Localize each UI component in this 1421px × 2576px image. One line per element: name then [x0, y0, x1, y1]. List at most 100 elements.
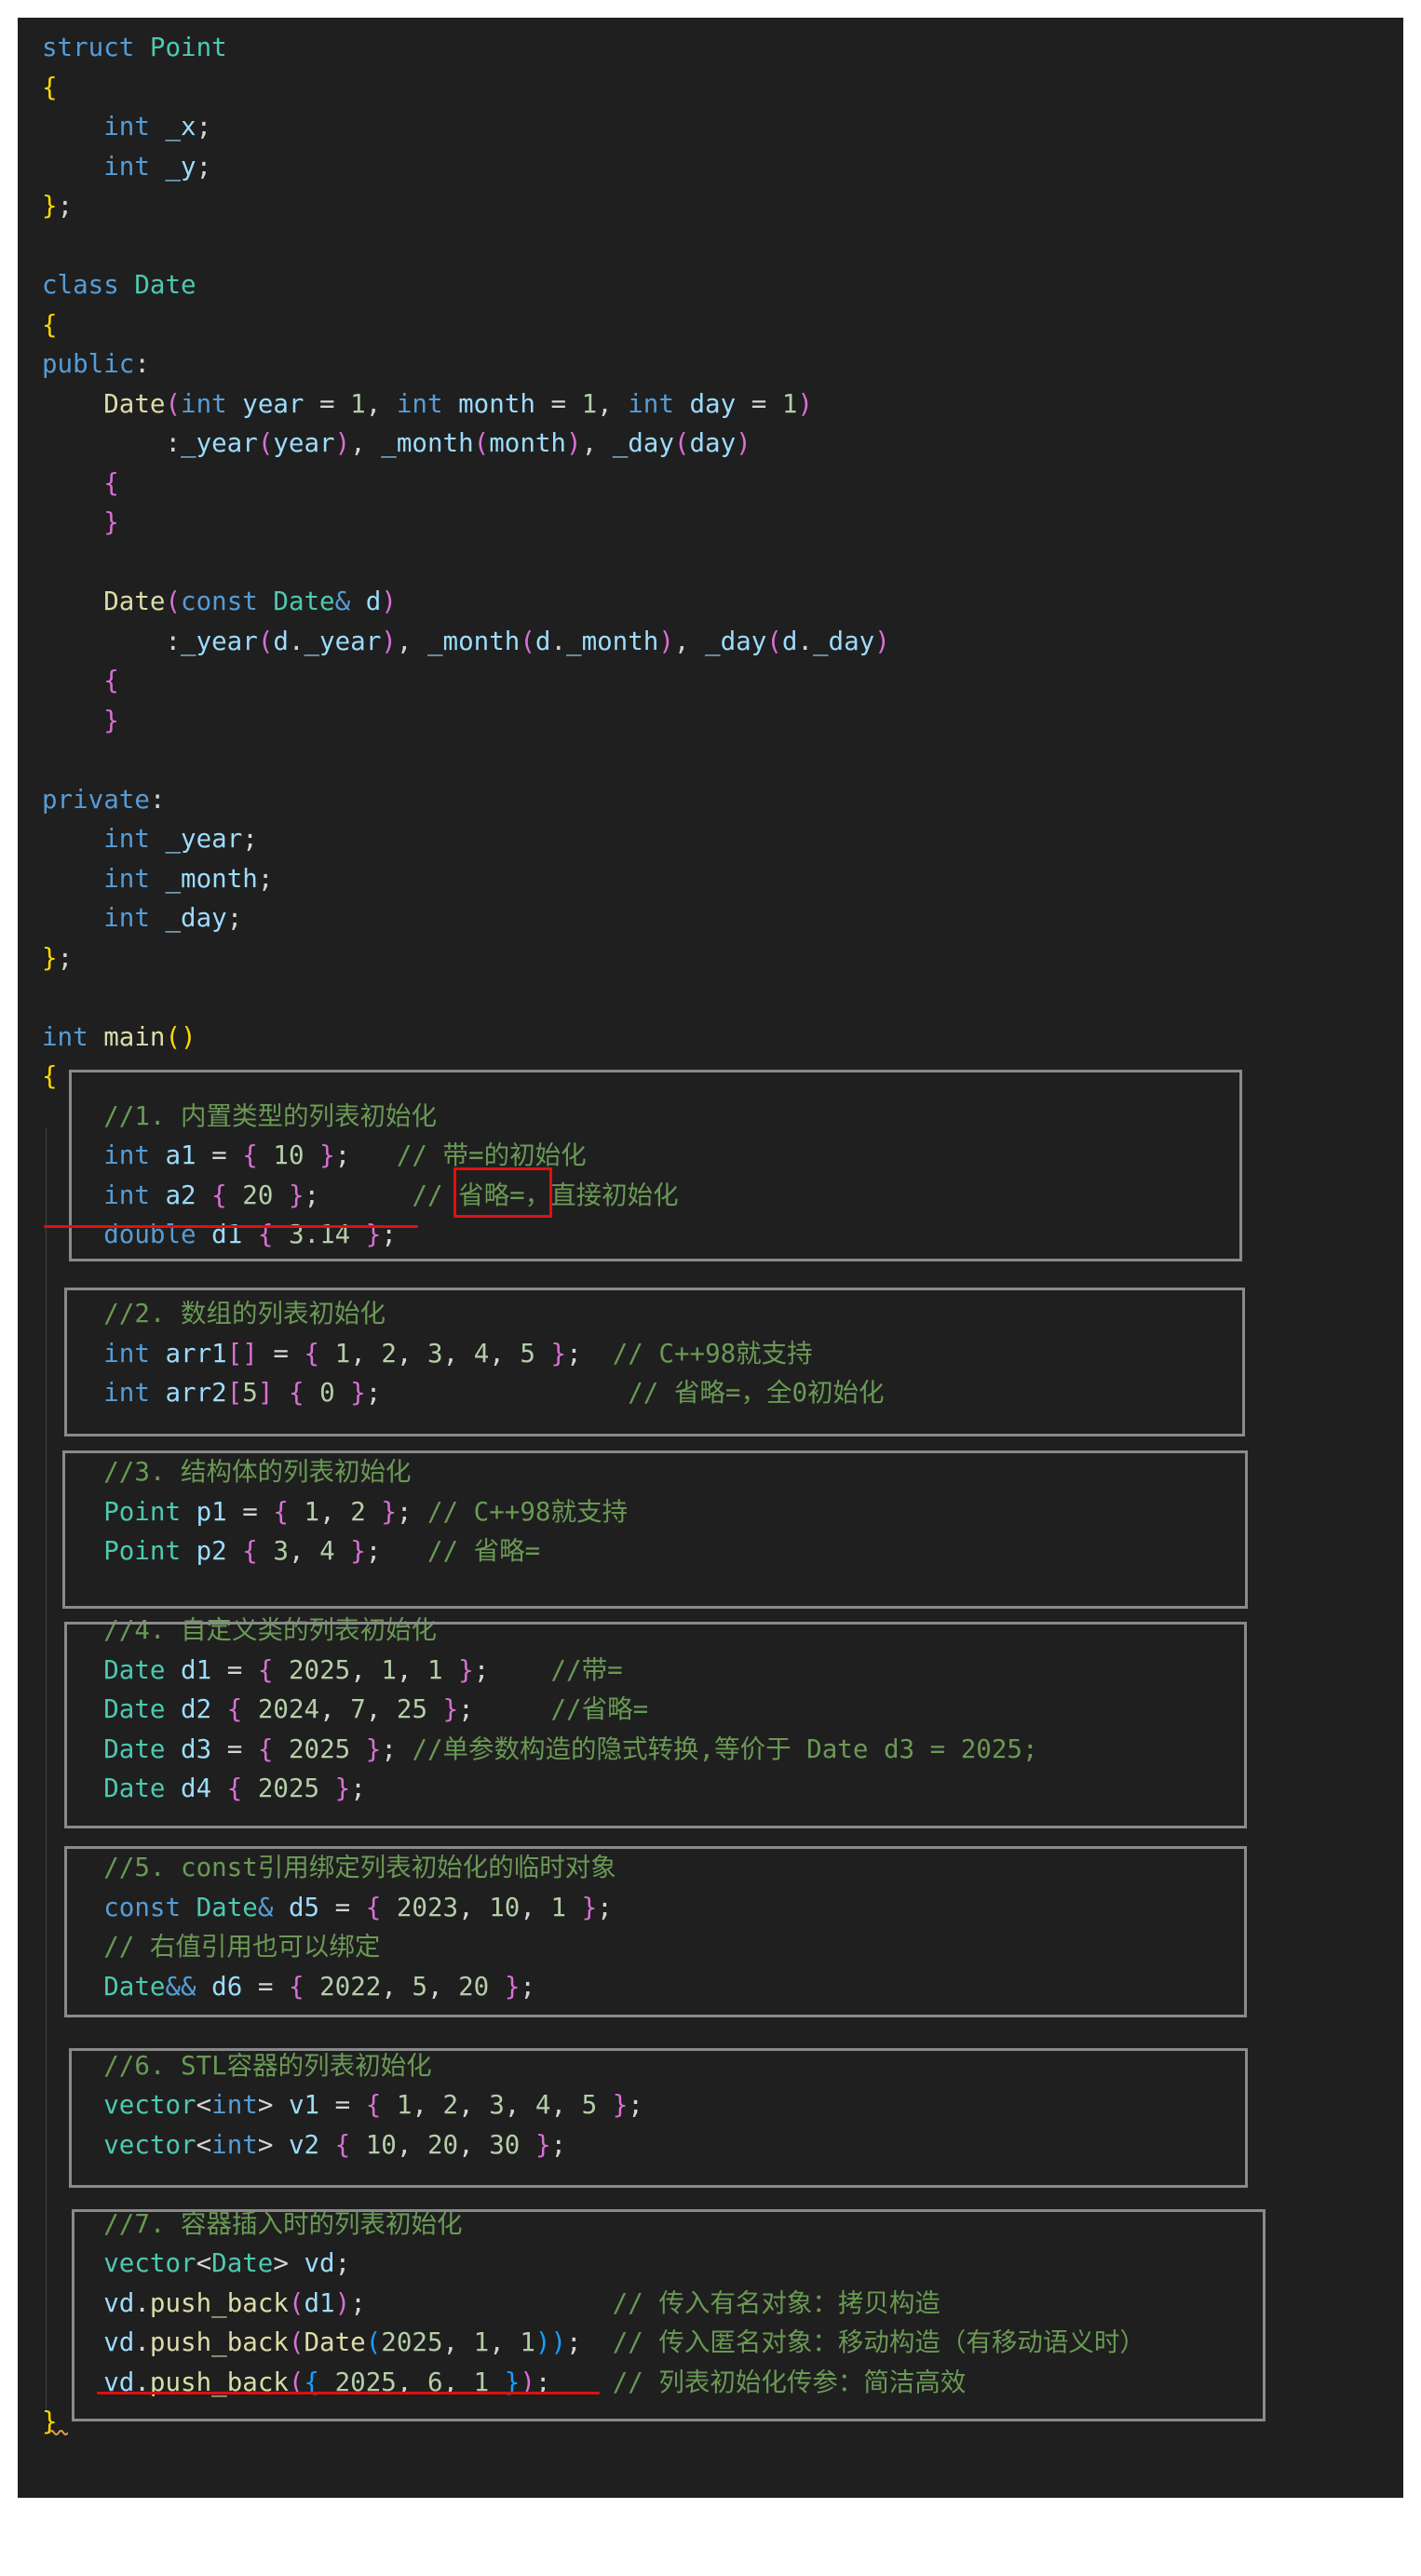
code-token: :	[42, 626, 182, 656]
code-token: ;	[628, 2090, 643, 2120]
code-line[interactable]: vector<Date> vd;	[42, 2244, 1145, 2284]
code-line[interactable]: private:	[42, 780, 1145, 820]
code-line[interactable]: Date d3 = { 2025 }; //单参数构造的隐式转换,等价于 Dat…	[42, 1730, 1145, 1770]
code-token: Date	[103, 1694, 166, 1724]
code-line[interactable]: ​	[42, 1255, 1145, 1295]
code-line[interactable]: };	[42, 938, 1145, 978]
code-line[interactable]: int arr2[5] { 0 }; // 省略=，全0初始化	[42, 1373, 1145, 1413]
code-token: =	[226, 1496, 274, 1527]
code-token: 20	[458, 1971, 490, 2002]
code-line[interactable]: int _day;	[42, 898, 1145, 938]
code-line[interactable]: Point p1 = { 1, 2 }; // C++98就支持	[42, 1492, 1145, 1532]
code-token: >	[273, 2248, 304, 2278]
code-line[interactable]: ​	[42, 2165, 1145, 2205]
code-line[interactable]: };	[42, 186, 1145, 226]
code-token: ;	[196, 112, 212, 142]
code-line[interactable]: //4. 自定义类的列表初始化	[42, 1611, 1145, 1651]
code-token: // C++98就支持	[612, 1338, 813, 1369]
code-line[interactable]: vector<int> v1 = { 1, 2, 3, 4, 5 };	[42, 2085, 1145, 2125]
code-line[interactable]: //6. STL容器的列表初始化	[42, 2046, 1145, 2086]
code-token: 5	[520, 1338, 535, 1369]
code-token: .	[288, 626, 304, 656]
code-line[interactable]: int _x;	[42, 107, 1145, 147]
code-line[interactable]: double d1 { 3.14 };	[42, 1215, 1145, 1255]
code-token: ,	[489, 2327, 521, 2357]
code-line[interactable]: ​	[42, 978, 1145, 1018]
code-line[interactable]: struct Point	[42, 28, 1145, 68]
code-line[interactable]: {	[42, 464, 1145, 504]
code-token: ;	[304, 1180, 413, 1210]
code-line[interactable]: //3. 结构体的列表初始化	[42, 1452, 1145, 1492]
code-line[interactable]: Date(int year = 1, int month = 1, int da…	[42, 384, 1145, 425]
code-token: ;	[381, 1733, 413, 1764]
code-line[interactable]: ​	[42, 2006, 1145, 2046]
code-line[interactable]: Date d2 { 2024, 7, 25 }; //省略=	[42, 1690, 1145, 1730]
code-line[interactable]: Date d4 { 2025 };	[42, 1769, 1145, 1809]
code-line[interactable]: ​	[42, 740, 1145, 780]
code-line[interactable]: class Date	[42, 265, 1145, 305]
code-token: {	[226, 1774, 243, 1803]
code-token: ,	[550, 2090, 582, 2120]
code-token: =	[319, 2090, 366, 2120]
code-line[interactable]: }	[42, 2402, 1145, 2442]
code-line[interactable]: int main()	[42, 1018, 1145, 1058]
code-line[interactable]: :_year(year), _month(month), _day(day)	[42, 424, 1145, 464]
code-token: =	[535, 388, 582, 419]
code-editor[interactable]: struct Point{ int _x; int _y;};​class Da…	[18, 18, 1403, 2498]
code-line[interactable]: }	[42, 701, 1145, 741]
code-token: d	[365, 587, 382, 616]
code-line[interactable]: vector<int> v2 { 10, 20, 30 };	[42, 2125, 1145, 2165]
code-line[interactable]: ​	[42, 543, 1145, 583]
code-line[interactable]: {	[42, 661, 1145, 701]
code-token: d6	[211, 1971, 243, 2002]
code-token: 4	[473, 1338, 490, 1369]
code-line[interactable]: ​	[42, 1571, 1145, 1612]
code-line[interactable]: {	[42, 305, 1145, 345]
code-line[interactable]: vd.push_back({ 2025, 6, 1 }); // 列表初始化传参…	[42, 2363, 1145, 2403]
code-line[interactable]: //1. 内置类型的列表初始化	[42, 1097, 1145, 1137]
code-line[interactable]: public:	[42, 344, 1145, 384]
code-token: ,	[319, 1496, 351, 1527]
code-line[interactable]: Date&& d6 = { 2022, 5, 20 };	[42, 1967, 1145, 2007]
code-line[interactable]: vd.push_back(d1); // 传入有名对象：拷贝构造	[42, 2284, 1145, 2324]
code-line[interactable]: vd.push_back(Date(2025, 1, 1)); // 传入匿名对…	[42, 2323, 1145, 2363]
code-line[interactable]: {	[42, 1057, 1145, 1097]
code-line[interactable]: :_year(d._year), _month(d._month), _day(…	[42, 622, 1145, 662]
code-token: 0	[319, 1378, 335, 1408]
code-line[interactable]: int a1 = { 10 }; // 带=的初始化	[42, 1136, 1145, 1176]
code-line[interactable]: ​	[42, 226, 1145, 266]
code-token: a2	[165, 1180, 196, 1210]
code-line[interactable]: //7. 容器插入时的列表初始化	[42, 2205, 1145, 2245]
code-line[interactable]: //2. 数组的列表初始化	[42, 1294, 1145, 1334]
code-line[interactable]: Date(const Date& d)	[42, 582, 1145, 622]
code-line[interactable]: int _y;	[42, 147, 1145, 187]
code-line[interactable]: // 右值引用也可以绑定	[42, 1927, 1145, 1967]
code-line[interactable]: Date d1 = { 2025, 1, 1 }; //带=	[42, 1651, 1145, 1691]
code-token: ,	[396, 1654, 427, 1685]
code-token: [	[226, 1378, 243, 1408]
code-line[interactable]: }	[42, 503, 1145, 543]
code-line[interactable]: int _month;	[42, 859, 1145, 899]
code-content[interactable]: struct Point{ int _x; int _y;};​class Da…	[42, 28, 1145, 2442]
code-line[interactable]: ​	[42, 1809, 1145, 1849]
code-token: ,	[365, 388, 397, 419]
code-line[interactable]: //5. const引用绑定列表初始化的临时对象	[42, 1848, 1145, 1888]
code-line[interactable]: Point p2 { 3, 4 }; // 省略=	[42, 1531, 1145, 1571]
code-token: vector	[103, 2248, 196, 2278]
code-line[interactable]: {	[42, 68, 1145, 108]
code-line[interactable]: int _year;	[42, 819, 1145, 859]
code-line[interactable]: int a2 { 20 }; // 省略=，直接初始化	[42, 1176, 1145, 1216]
code-line[interactable]: const Date& d5 = { 2023, 10, 1 };	[42, 1888, 1145, 1928]
code-token: ,	[442, 2367, 474, 2397]
code-line[interactable]: int arr1[] = { 1, 2, 3, 4, 5 }; // C++98…	[42, 1334, 1145, 1374]
code-line[interactable]: ​	[42, 1413, 1145, 1453]
